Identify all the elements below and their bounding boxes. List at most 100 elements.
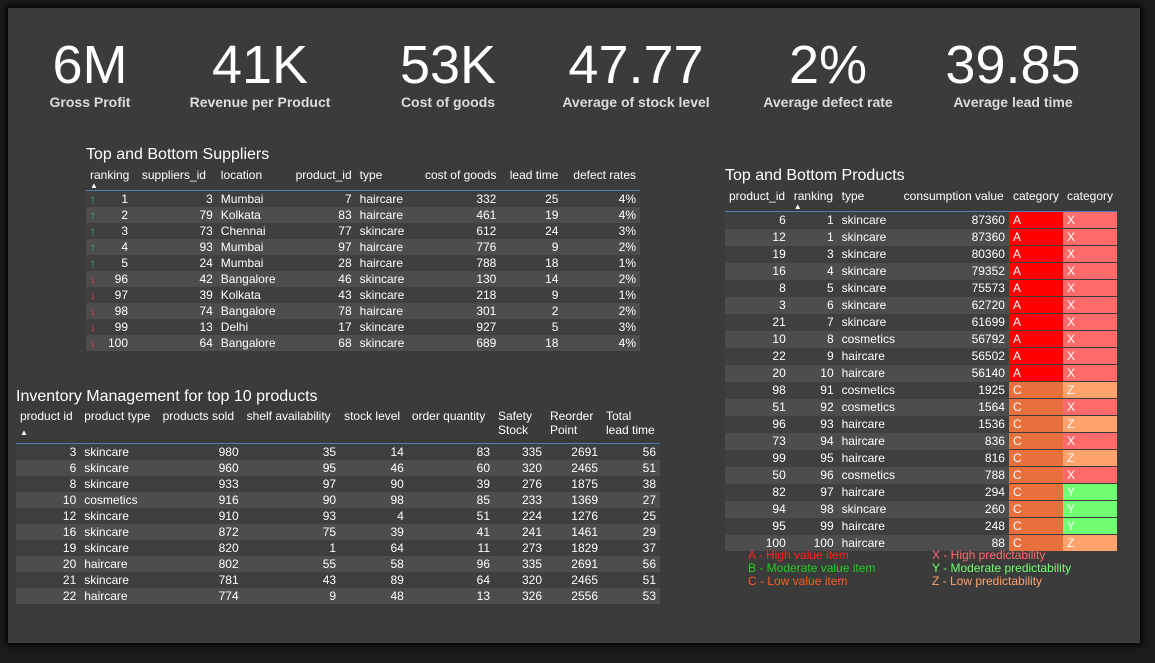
inventory-body: 3 skincare 980 35 14 83 335 2691 56 6 skincare 960 9… <box>16 443 660 604</box>
ranking-cell: ↑ 5 <box>86 255 138 271</box>
table-row[interactable]: ↑ 1 3 Mumbai 7 haircare 332 25 4% <box>86 190 640 207</box>
column-header-category-xyz[interactable]: category <box>1062 189 1117 212</box>
consumption-value-cell: 1925 <box>899 381 1009 399</box>
ranking-cell: 91 <box>789 381 838 399</box>
abc-category-cell: C <box>1008 449 1063 467</box>
defect-rate-cell: 4% <box>562 207 640 223</box>
location-cell: Mumbai <box>216 239 286 255</box>
column-header-stock-level[interactable]: stock level <box>340 409 408 444</box>
table-row[interactable]: 22 9 haircare 56502 A X <box>725 347 1117 365</box>
table-row[interactable]: 73 94 haircare 836 C X <box>725 432 1117 450</box>
table-row[interactable]: 99 95 haircare 816 C Z <box>725 449 1117 467</box>
table-row[interactable]: 19 skincare 820 1 64 11 273 1829 37 <box>16 540 660 556</box>
column-header-safety-stock[interactable]: Safety Stock <box>494 409 546 444</box>
table-row[interactable]: 3 6 skincare 62720 A X <box>725 296 1117 314</box>
table-row[interactable]: 3 skincare 980 35 14 83 335 2691 56 <box>16 443 660 460</box>
column-header-cost-of-goods[interactable]: cost of goods <box>413 168 501 191</box>
ranking-cell: 7 <box>789 313 838 331</box>
column-header-type[interactable]: type <box>355 168 414 191</box>
table-row[interactable]: 50 96 cosmetics 788 C X <box>725 466 1117 484</box>
table-row[interactable]: 12 1 skincare 87360 A X <box>725 228 1117 246</box>
table-row[interactable]: ↑ 3 73 Chennai 77 skincare 612 24 3% <box>86 223 640 239</box>
column-header-product-type[interactable]: product type <box>80 409 159 444</box>
table-row[interactable]: ↓ 100 64 Bangalore 68 skincare 689 18 4% <box>86 335 640 351</box>
table-row[interactable]: 19 3 skincare 80360 A X <box>725 245 1117 263</box>
table-row[interactable]: 96 93 haircare 1536 C Z <box>725 415 1117 433</box>
product-id-cell: 10 <box>725 330 790 348</box>
column-header-product-id[interactable]: product id ▲ <box>16 409 81 444</box>
column-header-products-sold[interactable]: products sold <box>158 409 243 444</box>
table-row[interactable]: ↓ 96 42 Bangalore 46 skincare 130 14 2% <box>86 271 640 287</box>
table-row[interactable]: 98 91 cosmetics 1925 C Z <box>725 381 1117 399</box>
xyz-category-cell: X <box>1062 296 1117 314</box>
column-header-product-id[interactable]: product_id <box>725 189 790 212</box>
table-row[interactable]: 20 haircare 802 55 58 96 335 2691 56 <box>16 556 660 572</box>
products-header-row: product_id ranking ▲ type consumption val… <box>725 189 1117 212</box>
table-row[interactable]: 21 7 skincare 61699 A X <box>725 313 1117 331</box>
sort-ascending-icon[interactable]: ▲ <box>794 203 834 211</box>
table-row[interactable]: 22 haircare 774 9 48 13 326 2556 53 <box>16 588 660 604</box>
total-lead-time-cell: 56 <box>602 556 660 572</box>
sort-ascending-icon[interactable]: ▲ <box>90 182 134 190</box>
column-header-order-quantity[interactable]: order quantity <box>407 409 494 444</box>
table-row[interactable]: ↓ 97 39 Kolkata 43 skincare 218 9 1% <box>86 287 640 303</box>
product-id-cell: 99 <box>725 449 790 467</box>
reorder-point-cell: 1875 <box>546 476 602 492</box>
table-row[interactable]: 21 skincare 781 43 89 64 320 2465 51 <box>16 572 660 588</box>
column-header-defect-rates[interactable]: defect rates <box>562 168 640 191</box>
table-row[interactable]: 10 cosmetics 916 90 98 85 233 1369 27 <box>16 492 660 508</box>
consumption-value-cell: 816 <box>899 449 1009 467</box>
consumption-value-cell: 1564 <box>899 398 1009 416</box>
kpi-gross-profit: 6M Gross Profit <box>40 36 140 110</box>
table-row[interactable]: 95 99 haircare 248 C Y <box>725 517 1117 535</box>
arrow-up-icon: ↑ <box>90 208 96 222</box>
ranking-cell: ↓ 99 <box>86 319 138 335</box>
table-row[interactable]: 8 5 skincare 75573 A X <box>725 279 1117 297</box>
column-header-location[interactable]: location <box>216 168 286 191</box>
column-header-consumption-value[interactable]: consumption value <box>899 189 1009 212</box>
table-row[interactable]: ↓ 99 13 Delhi 17 skincare 927 5 3% <box>86 319 640 335</box>
column-header-lead-time[interactable]: lead time <box>500 168 563 191</box>
ranking-cell: 96 <box>789 466 838 484</box>
table-row[interactable]: 20 10 haircare 56140 A X <box>725 364 1117 382</box>
table-row[interactable]: 8 skincare 933 97 90 39 276 1875 38 <box>16 476 660 492</box>
column-header-shelf-availability[interactable]: shelf availability <box>242 409 341 444</box>
lead-time-cell: 9 <box>500 239 563 255</box>
product-id-cell: 68 <box>285 335 356 351</box>
location-cell: Mumbai <box>216 255 286 271</box>
table-row[interactable]: 16 4 skincare 79352 A X <box>725 262 1117 280</box>
reorder-point-cell: 1276 <box>546 508 602 524</box>
column-header-product-id[interactable]: product_id <box>285 168 356 191</box>
abc-category-cell: C <box>1008 432 1063 450</box>
table-row[interactable]: 16 skincare 872 75 39 41 241 1461 29 <box>16 524 660 540</box>
ranking-value: 96 <box>114 272 128 286</box>
table-row[interactable]: ↑ 5 24 Mumbai 28 haircare 788 18 1% <box>86 255 640 271</box>
cost-cell: 461 <box>413 207 501 223</box>
column-header-suppliers-id[interactable]: suppliers_id <box>137 168 217 191</box>
table-row[interactable]: 51 92 cosmetics 1564 C X <box>725 398 1117 416</box>
inventory-header-row: product id ▲ product type products sold s… <box>16 409 660 444</box>
lead-time-cell: 24 <box>500 223 563 239</box>
table-row[interactable]: 10 8 cosmetics 56792 A X <box>725 330 1117 348</box>
column-header-total-lead-time[interactable]: Total lead time <box>602 409 660 444</box>
column-header-type[interactable]: type <box>837 189 900 212</box>
table-row[interactable]: 6 1 skincare 87360 A X <box>725 211 1117 229</box>
table-row[interactable]: 82 97 haircare 294 C Y <box>725 483 1117 501</box>
sort-ascending-icon[interactable]: ▲ <box>20 429 76 437</box>
product-id-cell: 78 <box>285 303 356 319</box>
table-row[interactable]: ↓ 98 74 Bangalore 78 haircare 301 2 2% <box>86 303 640 319</box>
lead-time-cell: 18 <box>500 335 563 351</box>
table-row[interactable]: 6 skincare 960 95 46 60 320 2465 51 <box>16 460 660 476</box>
column-header-category-abc[interactable]: category <box>1008 189 1063 212</box>
table-row[interactable]: ↑ 2 79 Kolkata 83 haircare 461 19 4% <box>86 207 640 223</box>
column-header-ranking[interactable]: ranking ▲ <box>789 189 838 212</box>
column-header-ranking[interactable]: ranking ▲ <box>86 168 138 191</box>
column-header-reorder-point[interactable]: Reorder Point <box>546 409 602 444</box>
shelf-availability-cell: 93 <box>242 508 341 524</box>
supplier-id-cell: 74 <box>137 303 217 319</box>
product-type-cell: skincare <box>80 476 159 492</box>
table-row[interactable]: 12 skincare 910 93 4 51 224 1276 25 <box>16 508 660 524</box>
table-row[interactable]: 94 98 skincare 260 C Y <box>725 500 1117 518</box>
xyz-category-cell: X <box>1062 398 1117 416</box>
table-row[interactable]: ↑ 4 93 Mumbai 97 haircare 776 9 2% <box>86 239 640 255</box>
